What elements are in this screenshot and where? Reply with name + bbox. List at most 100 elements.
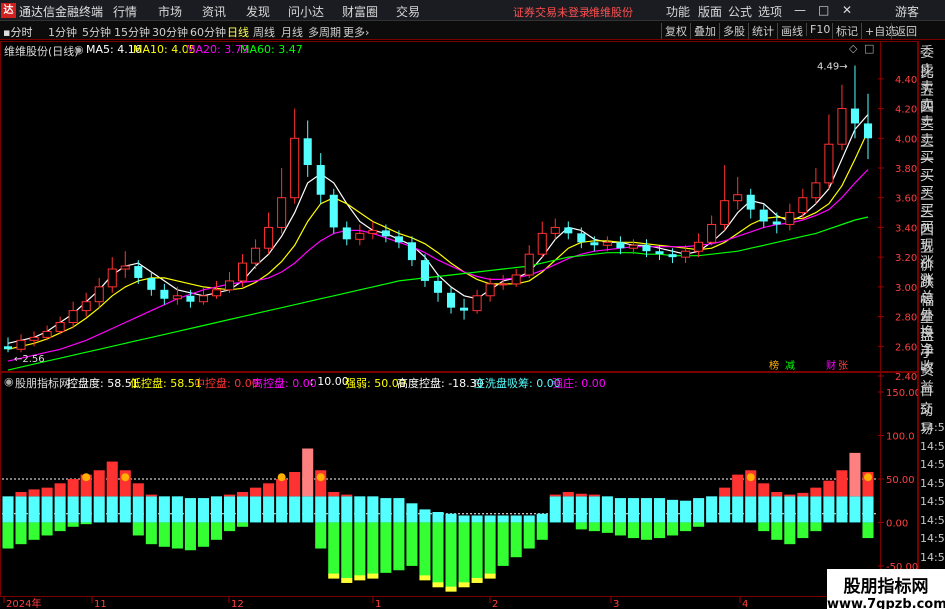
kongpan-bar-high	[67, 478, 79, 497]
candle-body-up	[55, 322, 65, 332]
candle-body-down	[407, 242, 416, 261]
kongpan-bar-base	[771, 496, 783, 523]
kongpan-bar-base	[276, 496, 288, 523]
kongpan-bar-base	[223, 496, 236, 523]
kongpan-bar-high	[237, 492, 249, 497]
candle-body-up	[224, 280, 235, 291]
kongpan-bar-base	[784, 496, 796, 523]
price-tick-label: 2.60	[895, 342, 917, 353]
kongpan-bar-high	[549, 494, 561, 497]
kongpan-bar-base	[693, 498, 705, 523]
price-chart-area[interactable]: 4.40 4.20 4.00 3.80 3.60 3.40 3.20 3.00 2.80 2.60…	[0, 0, 918, 609]
gaodu-bar-cap	[328, 573, 340, 579]
kongpan-bar-high	[41, 487, 53, 497]
kongpan-bar-base	[849, 496, 861, 523]
candle-body-up	[211, 289, 222, 297]
candle-body-down	[316, 165, 325, 195]
money-bag-icon	[121, 473, 130, 482]
kongpan-bar-base	[210, 496, 223, 523]
time-tick-label: 1	[375, 599, 381, 609]
gaodu-bar	[315, 522, 327, 549]
candle-body-up	[172, 295, 182, 300]
gaodu-bar	[158, 522, 170, 547]
candle-body-up	[798, 197, 808, 214]
kongpan-bar-high	[54, 483, 66, 497]
price-tick-label: 3.40	[895, 223, 917, 234]
kongpan-bar-high	[588, 494, 600, 497]
candle-body-up	[368, 229, 378, 234]
price-tick-label: 3.00	[895, 283, 917, 294]
kongpan-bar-base	[536, 513, 548, 523]
gaodu-bar	[41, 522, 53, 536]
candle-body-up	[472, 295, 482, 312]
kongpan-bar-high	[302, 448, 314, 497]
kongpan-bar-high	[276, 478, 288, 497]
gaodu-bar	[67, 522, 79, 527]
kongpan-bar-base	[289, 496, 301, 523]
candle-body-down	[616, 242, 625, 249]
gaodu-bar	[693, 522, 705, 527]
kongpan-bar-high	[562, 492, 574, 497]
price-tick-label: 3.80	[895, 164, 917, 175]
kongpan-bar-base	[119, 496, 131, 523]
kongpan-bar-base	[549, 496, 561, 523]
gaodu-bar	[341, 522, 353, 579]
gaodu-bar	[758, 522, 770, 532]
event-tag-tag4: 张	[838, 360, 848, 372]
gaodu-bar	[523, 522, 535, 549]
kongpan-bar-base	[458, 515, 470, 523]
gaodu-bar-cap	[471, 577, 483, 583]
watermark: 股朋指标网 www.7gpzb.com	[827, 569, 945, 609]
kongpan-bar-base	[836, 496, 848, 523]
kongpan-bar-high	[771, 492, 783, 497]
kongpan-bar-base	[653, 498, 666, 523]
indicator-bars	[2, 448, 878, 592]
side-time: 14:56	[920, 495, 945, 508]
candle-body-down	[746, 194, 755, 210]
gaodu-bar	[771, 522, 783, 540]
kongpan-bar-high	[849, 452, 861, 497]
kongpan-bar-base	[393, 498, 405, 523]
kongpan-bar-base	[732, 496, 744, 523]
kongpan-bar-base	[2, 496, 14, 523]
kongpan-bar-base	[588, 496, 600, 523]
high-price-label: 4.49→	[817, 61, 848, 72]
gaodu-bar-cap	[367, 573, 379, 579]
watermark-url: www.7gpzb.com	[827, 597, 945, 609]
kongpan-bar-high	[289, 472, 301, 497]
kongpan-bar-base	[237, 496, 249, 523]
kongpan-bar-base	[575, 496, 587, 523]
candle-body-up	[251, 247, 261, 264]
gaodu-bar	[862, 522, 874, 539]
gaodu-bar	[797, 522, 809, 539]
candle-body-up	[824, 143, 834, 184]
kongpan-bar-base	[328, 496, 340, 523]
gaodu-bar	[601, 522, 613, 533]
ind-tick-label: 100.0	[886, 431, 915, 442]
kongpan-bar-high	[810, 487, 822, 497]
gaodu-bar	[810, 522, 822, 532]
gaodu-bar	[458, 522, 470, 584]
ma-lines	[7, 114, 869, 371]
candle-body-up	[837, 108, 847, 145]
kongpan-bar-base	[562, 496, 574, 523]
gaodu-bar	[380, 522, 392, 573]
price-tick-label: 4.40	[895, 75, 917, 86]
candle-body-up	[264, 226, 274, 249]
kongpan-bar-base	[823, 496, 835, 523]
gaodu-bar	[80, 522, 92, 525]
kongpan-bar-base	[80, 496, 92, 523]
candle-body-up	[733, 194, 743, 202]
kongpan-bar-base	[67, 496, 79, 523]
kongpan-bar-base	[614, 498, 626, 523]
time-tick-label: 4	[742, 599, 748, 609]
kongpan-bar-base	[419, 509, 431, 523]
gaodu-bar	[667, 522, 679, 536]
gaodu-bar-cap	[458, 582, 470, 588]
kongpan-bar-base	[680, 500, 692, 523]
kongpan-bar-high	[797, 492, 809, 497]
candle-body-down	[186, 295, 195, 302]
money-bag-icon	[277, 473, 286, 482]
money-bag-icon	[82, 473, 91, 482]
gaodu-bar	[575, 522, 587, 530]
